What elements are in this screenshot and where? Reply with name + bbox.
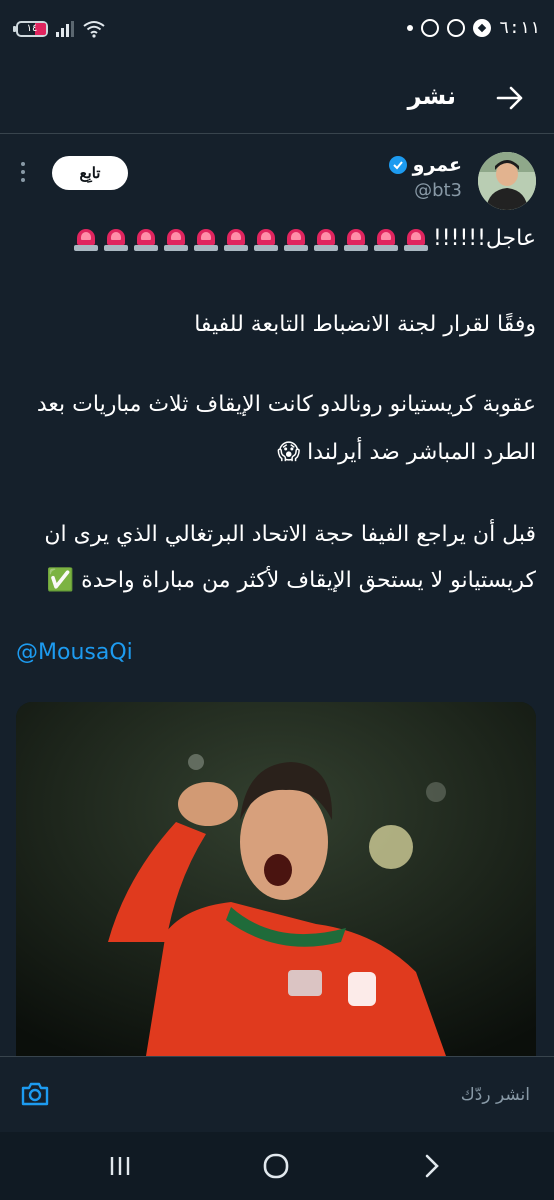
police-light-emoji (103, 226, 129, 252)
police-light-emoji (343, 226, 369, 252)
whatsapp-icon (447, 19, 466, 37)
status-right-group: ٦:١١ (407, 18, 540, 38)
police-light-emoji (163, 226, 189, 252)
police-light-emoji (403, 226, 429, 252)
reply-bar (0, 1056, 554, 1132)
signal-icon (56, 21, 74, 37)
chevron-right-icon (425, 1154, 439, 1178)
tweet-author-row: عمرو @bt3 تابِع (0, 134, 554, 214)
top-bar: نشر (0, 64, 554, 134)
status-bar: ١٤ ٦:١١ (0, 0, 554, 64)
notification-dot-icon (407, 25, 414, 31)
tweet-headline: عاجل!!!!!! (432, 226, 536, 251)
recent-apps-icon (110, 1157, 130, 1175)
battery-level: ١٤ (26, 23, 38, 34)
tweet-media-image[interactable] (16, 702, 536, 1056)
tweet-paragraph-3b: كريستيانو لا يستحق الإيقاف لأكثر من مبار… (46, 568, 536, 593)
reply-input[interactable] (108, 1079, 532, 1111)
tweet-paragraph-3a: قبل أن يراجع الفيفا حجة الاتحاد البرتغال… (44, 522, 536, 547)
system-nav-bar (0, 1132, 554, 1200)
police-light-emoji (133, 226, 159, 252)
battery-icon: ١٤ (13, 21, 48, 37)
status-time: ٦:١١ (499, 18, 540, 38)
camera-icon (21, 1082, 49, 1106)
police-light-emoji (313, 226, 339, 252)
police-light-emoji (283, 226, 309, 252)
tweet-paragraph-2b: الطرد المباشر ضد أيرلندا 😱 (277, 440, 536, 465)
arrow-right-icon (496, 86, 523, 110)
recent-apps-button[interactable] (100, 1150, 140, 1182)
author-name: عمرو (412, 154, 462, 176)
author-handle[interactable]: @bt3 (414, 180, 462, 201)
page-title: نشر (407, 82, 456, 110)
tweet-paragraph-2a: عقوبة كريستيانو رونالدو كانت الإيقاف ثلا… (36, 392, 536, 417)
author-name-group[interactable]: عمرو (388, 154, 462, 176)
status-left-group: ١٤ (13, 20, 106, 38)
tweet-paragraph-1: وفقًا لقرار لجنة الانضباط التابعة للفيفا (194, 312, 536, 337)
police-light-emoji (253, 226, 279, 252)
police-light-emoji (223, 226, 249, 252)
more-options-icon[interactable] (20, 162, 26, 182)
home-icon (263, 1153, 289, 1179)
whatsapp-icon (421, 19, 440, 37)
mention-link[interactable]: @MousaQi (16, 640, 133, 665)
police-light-emoji (73, 226, 99, 252)
wifi-icon (83, 21, 105, 38)
home-button[interactable] (256, 1150, 296, 1182)
tweet-first-line: عاجل!!!!!! (16, 216, 536, 262)
police-light-emoji (193, 226, 219, 252)
police-light-emoji (373, 226, 399, 252)
verified-badge-icon (388, 156, 407, 174)
football-icon (473, 19, 492, 37)
follow-button[interactable]: تابِع (52, 156, 128, 190)
back-button[interactable] (490, 78, 530, 118)
player-photo (16, 702, 536, 1056)
avatar[interactable] (478, 152, 536, 210)
camera-button[interactable] (20, 1079, 50, 1109)
back-nav-button[interactable] (412, 1150, 452, 1182)
